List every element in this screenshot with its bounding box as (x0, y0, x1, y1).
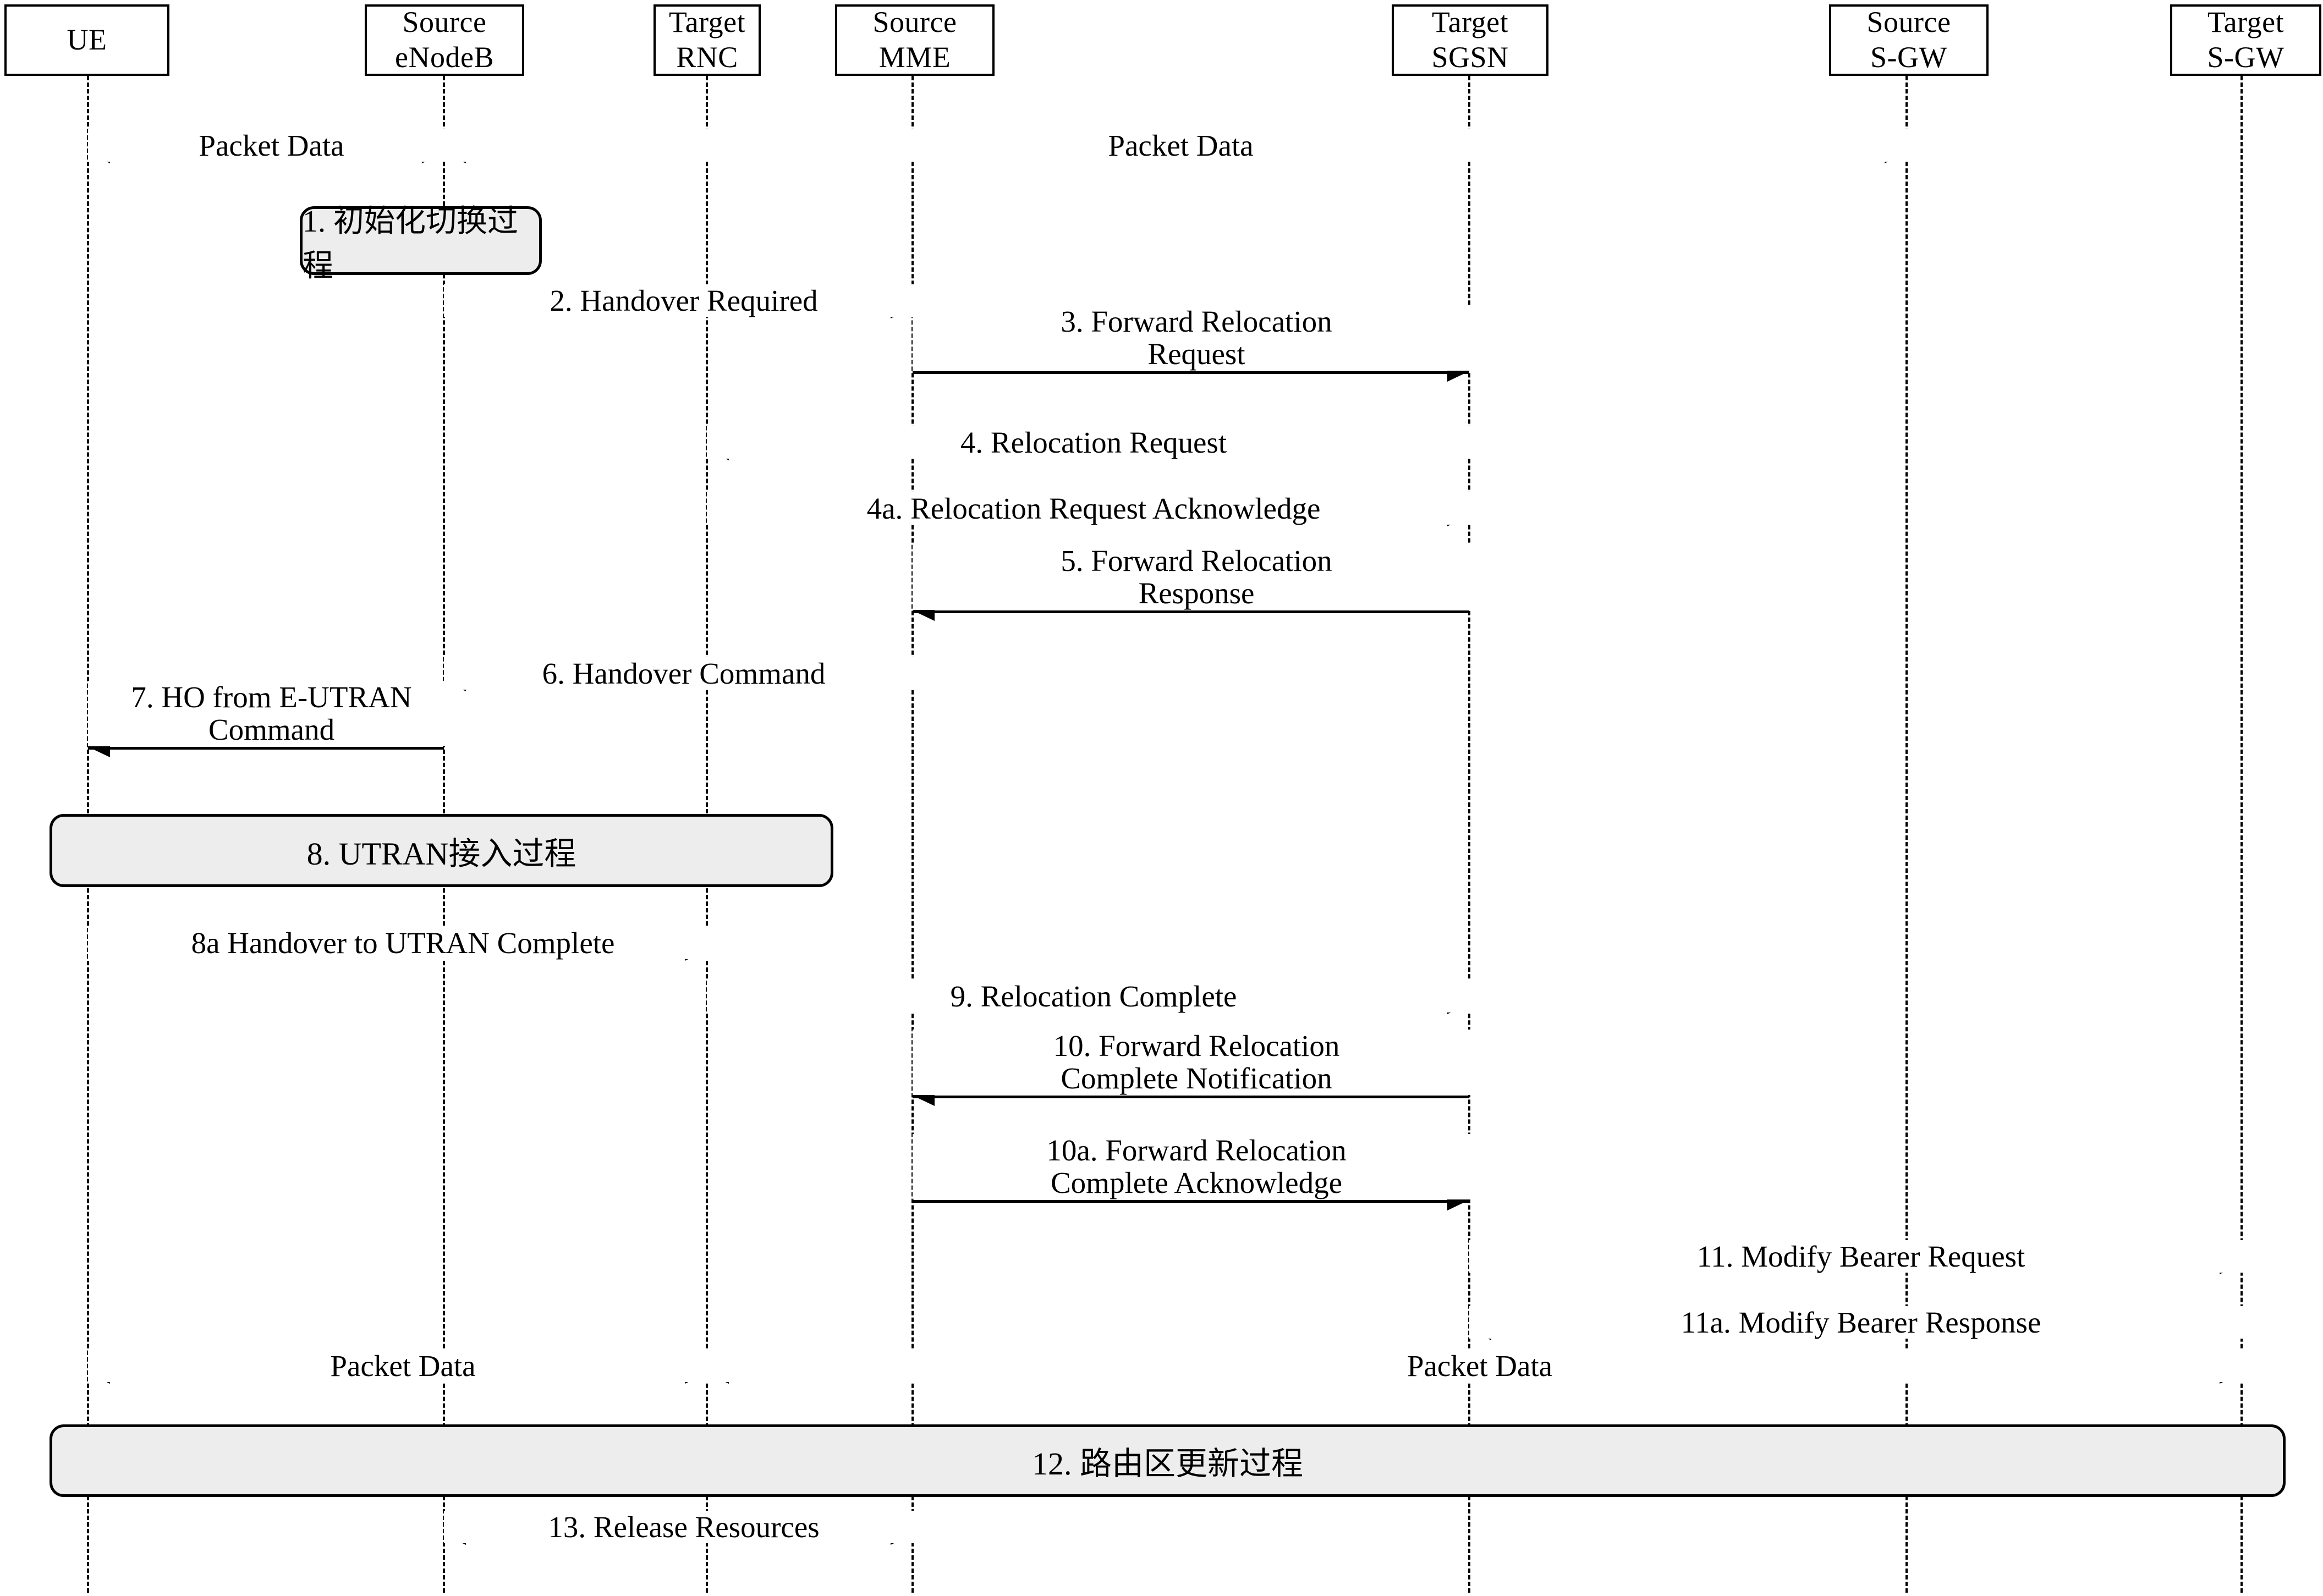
message-label: 8a Handover to UTRAN Complete (88, 927, 718, 959)
actor-label-line2: eNodeB (395, 41, 494, 74)
actor-src_mme: Source MME (835, 4, 995, 76)
message-label: 11. Modify Bearer Request (1469, 1240, 2253, 1273)
actor-label-line1: Source (402, 5, 487, 39)
actor-label-line2: S-GW (1870, 41, 1947, 74)
message-label: 4a. Relocation Request Acknowledge (707, 492, 1480, 525)
actor-label-line1: Source (1866, 5, 1951, 39)
message-label: Packet Data (88, 1350, 718, 1382)
actor-label-line1: Target (668, 5, 746, 39)
actor-tgt_sgsn: Target SGSN (1392, 4, 1548, 76)
actor-src_sgw: Source S-GW (1829, 4, 1989, 76)
message-line (913, 1200, 1469, 1203)
actor-label-line2: SGSN (1431, 41, 1509, 74)
actor-tgt_rnc: Target RNC (653, 4, 761, 76)
message-label: 6. Handover Command (444, 657, 924, 690)
message-label: 9. Relocation Complete (707, 980, 1480, 1012)
process-box-p1: 1. 初始化切换过程 (300, 205, 542, 283)
message-line (913, 371, 1469, 374)
message-label: 10a. Forward Relocation Complete Acknowl… (913, 1134, 1480, 1199)
message-label: 13. Release Resources (444, 1511, 924, 1543)
message-label: Packet Data (444, 129, 1918, 162)
actor-label-line1: Target (1431, 5, 1509, 39)
process-box-label: 1. 初始化切换过程 (303, 204, 518, 283)
actor-src_enb: Source eNodeB (365, 4, 524, 76)
message-label: 11a. Modify Bearer Response (1469, 1306, 2253, 1339)
actor-label-line1: UE (67, 23, 107, 57)
actor-label-line1: Target (2207, 5, 2284, 39)
message-label: 7. HO from E-UTRAN Command (88, 681, 455, 746)
actor-label-line2: RNC (676, 41, 738, 74)
message-label: Packet Data (88, 129, 455, 162)
actor-label-line2: MME (878, 41, 951, 74)
actor-tgt_sgw: Target S-GW (2170, 4, 2321, 76)
actor-label-line2: S-GW (2207, 41, 2284, 74)
process-box-label: 8. UTRAN接入过程 (306, 835, 576, 872)
message-label: 3. Forward Relocation Request (913, 305, 1480, 371)
message-label: Packet Data (707, 1350, 2253, 1382)
process-box-p12: 12. 路由区更新过程 (50, 1424, 2286, 1497)
message-label: 5. Forward Relocation Response (913, 544, 1480, 610)
sequence-diagram: UE Source eNodeB Target RNC Source MME Target SG… (0, 0, 2323, 1596)
message-label: 2. Handover Required (444, 284, 924, 317)
message-line (913, 610, 1469, 613)
process-box-p8: 8. UTRAN接入过程 (50, 814, 833, 887)
message-line (88, 747, 444, 750)
message-label: 4. Relocation Request (707, 426, 1480, 459)
actor-ue: UE (4, 4, 169, 76)
actor-label-line1: Source (872, 5, 957, 39)
message-label: 10. Forward Relocation Complete Notifica… (913, 1030, 1480, 1095)
process-box-label: 12. 路由区更新过程 (1031, 1446, 1303, 1482)
message-line (913, 1096, 1469, 1098)
